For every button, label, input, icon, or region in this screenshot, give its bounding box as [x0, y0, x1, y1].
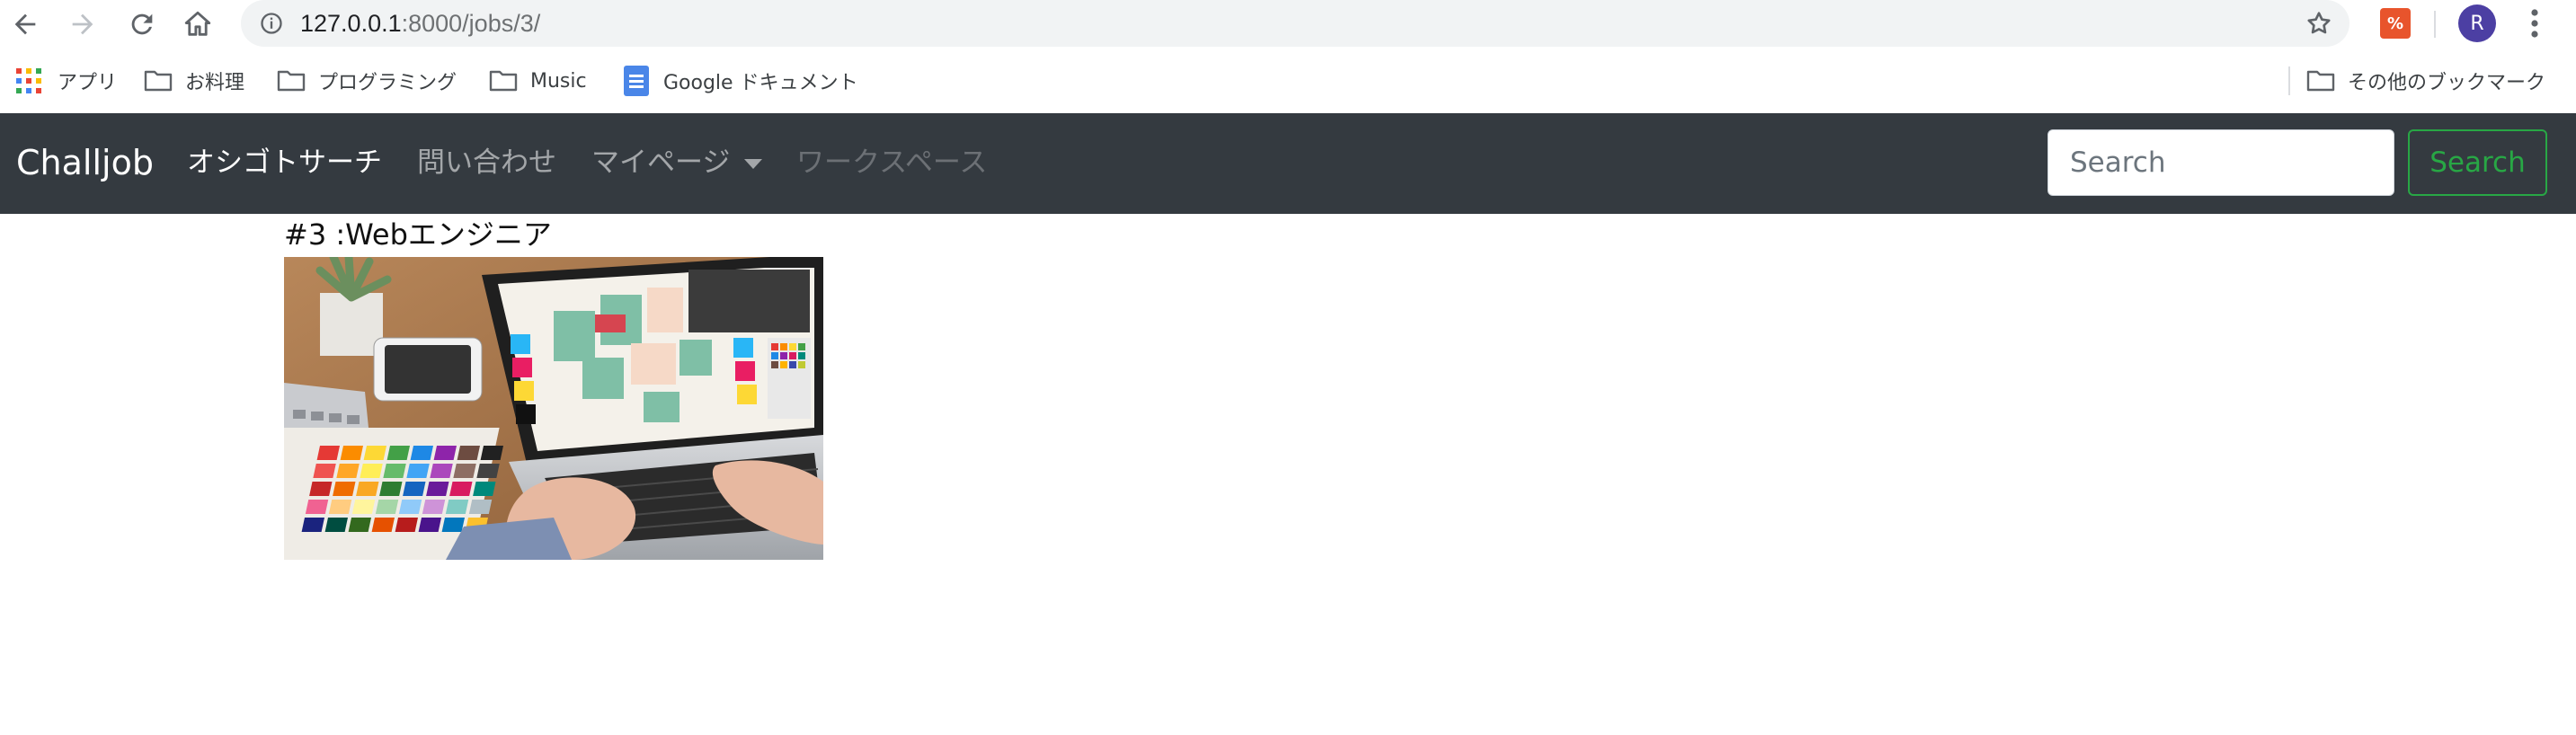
profile-avatar[interactable]: R [2458, 4, 2496, 42]
extension-icon[interactable]: % [2380, 8, 2411, 39]
nav-link-mypage-label: マイページ [591, 146, 731, 179]
arrow-left-icon [14, 13, 36, 35]
bookmark-other[interactable]: その他のブックマーク [2306, 65, 2545, 97]
phone-screen [385, 345, 471, 394]
bookmark-star-icon[interactable] [2305, 9, 2333, 38]
job-title: #3 :Webエンジニア [284, 217, 552, 252]
bookmarks-bar: アプリ お料理 プログラミング Music Google ドキュメント その他の… [0, 49, 2576, 113]
home-button[interactable] [180, 6, 216, 42]
bookmark-folder-programming[interactable]: プログラミング [277, 65, 457, 97]
site-navbar: Challjob オシゴトサーチ 問い合わせ マイページ ワークスペース Sea… [0, 113, 2576, 214]
laptop-screen [482, 257, 823, 464]
url-host: 127.0.0.1 [300, 10, 402, 37]
folder-icon [489, 70, 518, 92]
google-docs-icon [624, 66, 649, 96]
info-icon[interactable] [259, 11, 284, 36]
job-image [284, 257, 823, 560]
url-text[interactable]: 127.0.0.1:8000/jobs/3/ [300, 9, 540, 38]
brand-logo[interactable]: Challjob [16, 140, 154, 185]
arrow-right-icon [72, 13, 93, 35]
nav-link-contact[interactable]: 問い合わせ [417, 142, 556, 183]
reload-icon [131, 13, 153, 35]
back-button[interactable] [7, 6, 43, 42]
folder-icon [277, 70, 306, 92]
palette-panel [768, 338, 811, 419]
bookmark-label: プログラミング [318, 72, 457, 94]
bookmark-label: アプリ [58, 72, 118, 94]
forward-button[interactable] [65, 6, 101, 42]
url-path: :8000/jobs/3/ [401, 10, 541, 37]
nav-link-job-search[interactable]: オシゴトサーチ [187, 142, 382, 183]
nav-link-mypage-dropdown[interactable]: マイページ [591, 142, 763, 183]
bookmark-label: Music [530, 69, 587, 93]
apps-grid-icon [16, 68, 41, 93]
bookmark-google-docs[interactable]: Google ドキュメント [624, 65, 858, 97]
laptop-photo [284, 257, 823, 560]
caret-down-icon [744, 159, 763, 169]
bookmark-folder-music[interactable]: Music [489, 65, 587, 97]
search-input[interactable] [2047, 129, 2394, 196]
bookmark-label: その他のブックマーク [2348, 72, 2546, 94]
nav-link-workspace: ワークスペース [796, 146, 988, 179]
reload-button[interactable] [124, 6, 160, 42]
bookmark-folder-cooking[interactable]: お料理 [144, 65, 244, 97]
bookmark-label: お料理 [185, 72, 245, 94]
more-vert-icon[interactable] [2524, 7, 2545, 40]
folder-icon [144, 70, 173, 92]
bookmark-apps[interactable]: アプリ [16, 65, 117, 97]
home-icon [184, 11, 211, 36]
search-button[interactable]: Search [2408, 129, 2547, 196]
browser-toolbar: 127.0.0.1:8000/jobs/3/ % R [0, 0, 2576, 49]
address-bar[interactable]: 127.0.0.1:8000/jobs/3/ [241, 0, 2349, 47]
toolbar-divider [2434, 11, 2436, 38]
folder-icon [2306, 70, 2335, 92]
bookmark-label: Google ドキュメント [663, 72, 858, 94]
bookmarks-divider [2288, 66, 2290, 95]
